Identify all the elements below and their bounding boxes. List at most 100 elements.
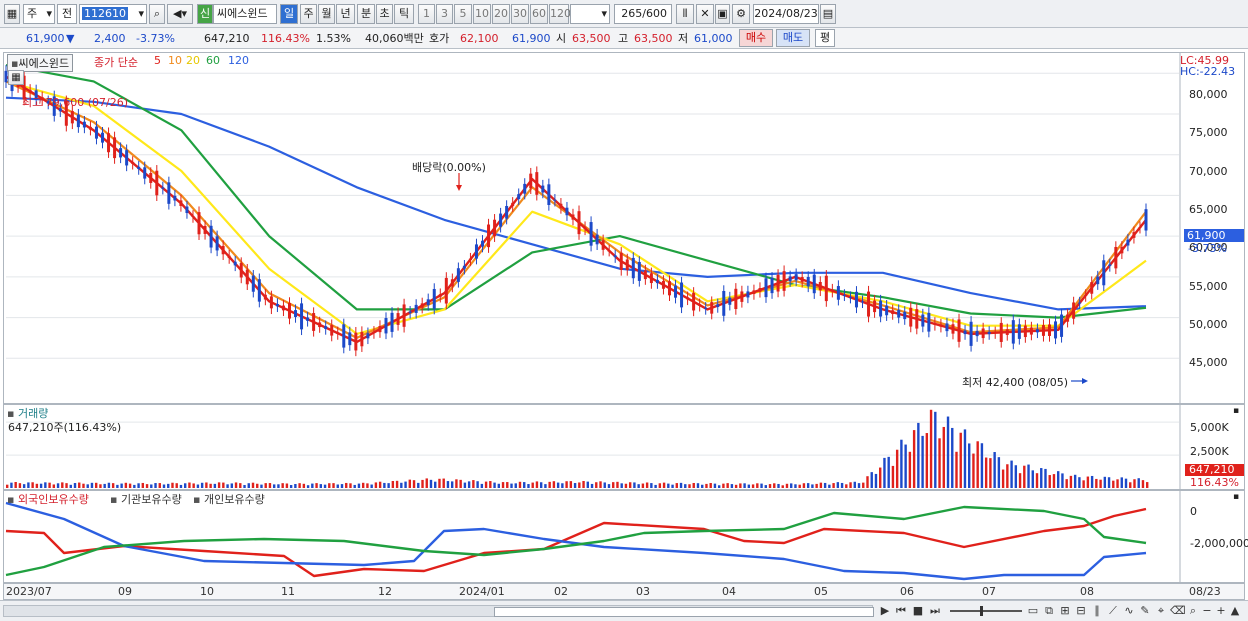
timeframe-4[interactable]: 분 — [357, 4, 375, 24]
layout-single-icon[interactable]: ▭ — [1026, 604, 1040, 618]
volume-bar — [959, 432, 962, 488]
volume-bar — [145, 484, 149, 488]
volume-bar — [1073, 474, 1077, 488]
compare-button[interactable]: 전 — [57, 4, 77, 24]
candle-body — [951, 324, 955, 334]
ruler-icon[interactable]: ∥ — [1090, 604, 1104, 618]
candle-body — [215, 236, 219, 251]
candle-body — [1132, 232, 1136, 238]
eval-button[interactable]: 평 — [815, 29, 835, 47]
rewind-icon[interactable]: ⏮ — [894, 604, 908, 618]
timeframe-0[interactable]: 일 — [280, 4, 298, 24]
holder-pane[interactable]: ▪ 외국인보유수량 ▪ 기관보유수량 ▪ 개인보유수량 0 -2,000,000 ▪ — [3, 490, 1248, 583]
interval-3[interactable]: 3 — [436, 4, 453, 24]
candle-body — [1108, 264, 1112, 266]
candle-body — [529, 173, 533, 189]
holder-chart[interactable] — [4, 491, 1244, 582]
chevron-down-icon: ▾ — [601, 7, 607, 20]
hc-value: HC:-22.43 — [1180, 65, 1236, 78]
plus-icon[interactable]: + — [1214, 604, 1228, 618]
volume-bar — [866, 476, 869, 488]
zoom-slider-handle[interactable] — [980, 606, 983, 616]
crosshair-icon[interactable]: ✕ — [696, 4, 714, 24]
candle-icon[interactable]: ⫴ — [676, 4, 694, 24]
interval-1[interactable]: 1 — [418, 4, 435, 24]
gear-icon[interactable]: ⚙ — [732, 4, 750, 24]
volume-bar — [116, 484, 119, 488]
wave-icon[interactable]: ∿ — [1122, 604, 1136, 618]
holder-tick-zero: 0 — [1190, 505, 1197, 518]
calendar-icon[interactable]: ▤ — [820, 4, 836, 24]
grid-icon[interactable]: ▦ — [8, 70, 24, 85]
zoom-search-icon[interactable]: ⌕ — [1186, 604, 1200, 618]
scroll-track[interactable] — [3, 605, 874, 617]
volume-bar — [52, 484, 56, 488]
price-pane[interactable]: ▪씨에스윈드 종가 단순 5 10 20 60 120 ▦ LC:45.99 HC:-2… — [3, 52, 1245, 404]
sound-icon[interactable]: ◀▾ — [167, 4, 193, 24]
layout-icon[interactable]: ▦ — [4, 4, 20, 24]
interval-10[interactable]: 10 — [473, 4, 491, 24]
blank-input[interactable]: ▾ — [570, 4, 610, 24]
volume-bar — [226, 484, 229, 488]
period-select[interactable]: 주 ▾ — [23, 4, 55, 24]
candle-body — [203, 225, 207, 234]
volume-bar — [404, 481, 407, 488]
volume-bar — [675, 483, 678, 488]
pane-close-icon[interactable]: ▪ — [1233, 406, 1239, 416]
timeframe-2[interactable]: 월 — [318, 4, 335, 24]
minus-icon[interactable]: − — [1200, 604, 1214, 618]
code-input[interactable]: 112610 ▾ — [79, 4, 147, 24]
timeframe-6[interactable]: 틱 — [394, 4, 414, 24]
volume-bar — [599, 481, 602, 488]
triangle-icon[interactable]: ▲ — [1228, 604, 1242, 618]
scroll-thumb[interactable] — [494, 607, 874, 617]
candle-body — [1102, 260, 1106, 286]
save-icon[interactable]: ▣ — [715, 4, 730, 24]
zoom-slider[interactable] — [950, 606, 1022, 616]
volume-chart[interactable] — [4, 405, 1244, 489]
interval-60[interactable]: 60 — [530, 4, 548, 24]
layout-split-icon[interactable]: ⧉ — [1042, 604, 1056, 618]
volume-bar — [230, 483, 234, 488]
draw-icon[interactable]: ✎ — [1138, 604, 1152, 618]
search-icon[interactable]: ⌕ — [149, 4, 165, 24]
sell-button[interactable]: 매도 — [776, 29, 810, 47]
timeframe-1[interactable]: 주 — [300, 4, 317, 24]
layout-quad-icon[interactable]: ⊞ — [1058, 604, 1072, 618]
current-change-tag: -3.73% — [1188, 242, 1227, 255]
candle-body — [686, 297, 690, 300]
date-input[interactable]: 2024/08/23 — [753, 4, 819, 24]
candle-body — [239, 263, 243, 278]
volume-bar — [1001, 469, 1005, 488]
fast-forward-icon[interactable]: ⏭ — [928, 604, 942, 618]
eraser-icon[interactable]: ⌫ — [1170, 604, 1186, 618]
volume-bar — [934, 411, 937, 488]
interval-5[interactable]: 5 — [454, 4, 472, 24]
timeframe-3[interactable]: 년 — [336, 4, 355, 24]
ma-legend-120: 120 — [228, 54, 249, 67]
target-icon[interactable]: ⌖ — [1154, 604, 1168, 618]
candle-body — [945, 323, 949, 332]
buy-button[interactable]: 매수 — [739, 29, 773, 47]
count-field[interactable]: 265/600 — [614, 4, 672, 24]
x-axis-label: 09 — [118, 585, 132, 598]
volume-ratio: 116.43% — [261, 32, 310, 45]
interval-120[interactable]: 120 — [549, 4, 571, 24]
layout-grid-icon[interactable]: ⊟ — [1074, 604, 1088, 618]
play-icon[interactable]: ▶ — [878, 604, 892, 618]
pane-close-icon[interactable]: ▪ — [1233, 492, 1239, 502]
ma-line-120 — [5, 96, 1147, 311]
volume-bar — [200, 482, 204, 488]
price-chart[interactable] — [4, 53, 1244, 403]
volume-bar — [887, 456, 890, 488]
interval-20[interactable]: 20 — [492, 4, 510, 24]
volume-bar — [790, 483, 793, 488]
volume-bar — [103, 483, 106, 488]
stop-icon[interactable]: ■ — [911, 604, 925, 618]
volume-bar — [658, 483, 662, 488]
volume-pane[interactable]: ▪ 거래량 647,210주(116.43%) 5,000K 2,500K 64… — [3, 404, 1245, 490]
volume-bar — [938, 438, 941, 488]
trend-line-icon[interactable]: ⟋ — [1106, 604, 1120, 618]
interval-30[interactable]: 30 — [511, 4, 529, 24]
timeframe-5[interactable]: 초 — [376, 4, 393, 24]
